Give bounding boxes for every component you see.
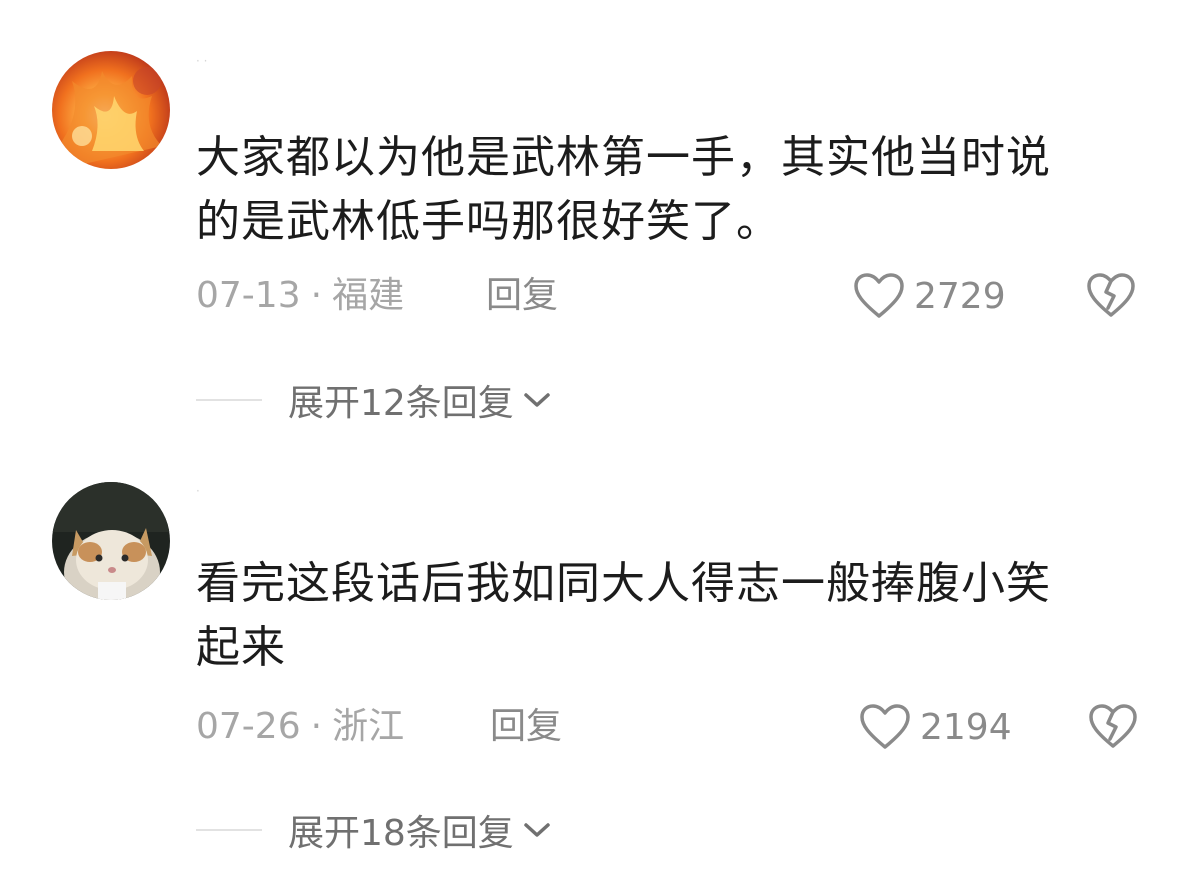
comment-text-line: 看完这段话后我如同大人得志一般捧腹小笑 — [196, 558, 1051, 609]
chevron-down-icon — [522, 390, 552, 410]
like-button[interactable]: 2194 — [858, 702, 1012, 752]
broken-heart-icon — [1087, 273, 1135, 317]
dislike-button[interactable] — [1088, 702, 1138, 752]
expand-divider — [196, 829, 262, 831]
comment-date: 07-26 — [196, 706, 301, 747]
comment-text-line: 起来 — [196, 622, 286, 673]
expand-replies-button[interactable]: 展开18条回复 — [196, 805, 552, 855]
expand-divider — [196, 399, 262, 401]
meta-separator: · — [310, 706, 323, 747]
expand-replies-label: 展开12条回复 — [288, 383, 514, 424]
comment-meta: 07-26 · 浙江 — [196, 702, 404, 752]
comment-text: 看完这段话后我如同大人得志一般捧腹小笑 起来 — [196, 552, 1126, 680]
comment-text-line: 大家都以为他是武林第一手，其实他当时说 — [196, 132, 1051, 183]
reply-button[interactable]: 回复 — [486, 271, 558, 321]
username[interactable]: · · — [196, 50, 436, 72]
flame-avatar-icon — [52, 51, 170, 169]
broken-heart-icon — [1089, 704, 1137, 748]
user-avatar[interactable] — [52, 482, 170, 600]
comment-meta: 07-13 · 福建 — [196, 271, 404, 321]
meta-separator: · — [310, 275, 323, 316]
username[interactable]: · — [196, 480, 436, 502]
heart-outline-icon — [854, 273, 904, 318]
expand-replies-label: 展开18条回复 — [288, 813, 514, 854]
comment-location: 浙江 — [332, 706, 405, 747]
comment-text-line: 的是武林低手吗那很好笑了。 — [196, 196, 781, 247]
expand-replies-button[interactable]: 展开12条回复 — [196, 375, 552, 425]
comment-date: 07-13 — [196, 275, 301, 316]
reply-button[interactable]: 回复 — [490, 702, 562, 752]
heart-outline-icon — [860, 704, 910, 749]
dislike-button[interactable] — [1086, 271, 1136, 321]
cat-avatar-icon — [52, 482, 170, 600]
comment-location: 福建 — [332, 275, 405, 316]
comment-text: 大家都以为他是武林第一手，其实他当时说 的是武林低手吗那很好笑了。 — [196, 126, 1126, 254]
like-button[interactable]: 2729 — [852, 271, 1006, 321]
chevron-down-icon — [522, 820, 552, 840]
like-count: 2194 — [920, 706, 1012, 748]
like-count: 2729 — [914, 275, 1006, 317]
user-avatar[interactable] — [52, 51, 170, 169]
